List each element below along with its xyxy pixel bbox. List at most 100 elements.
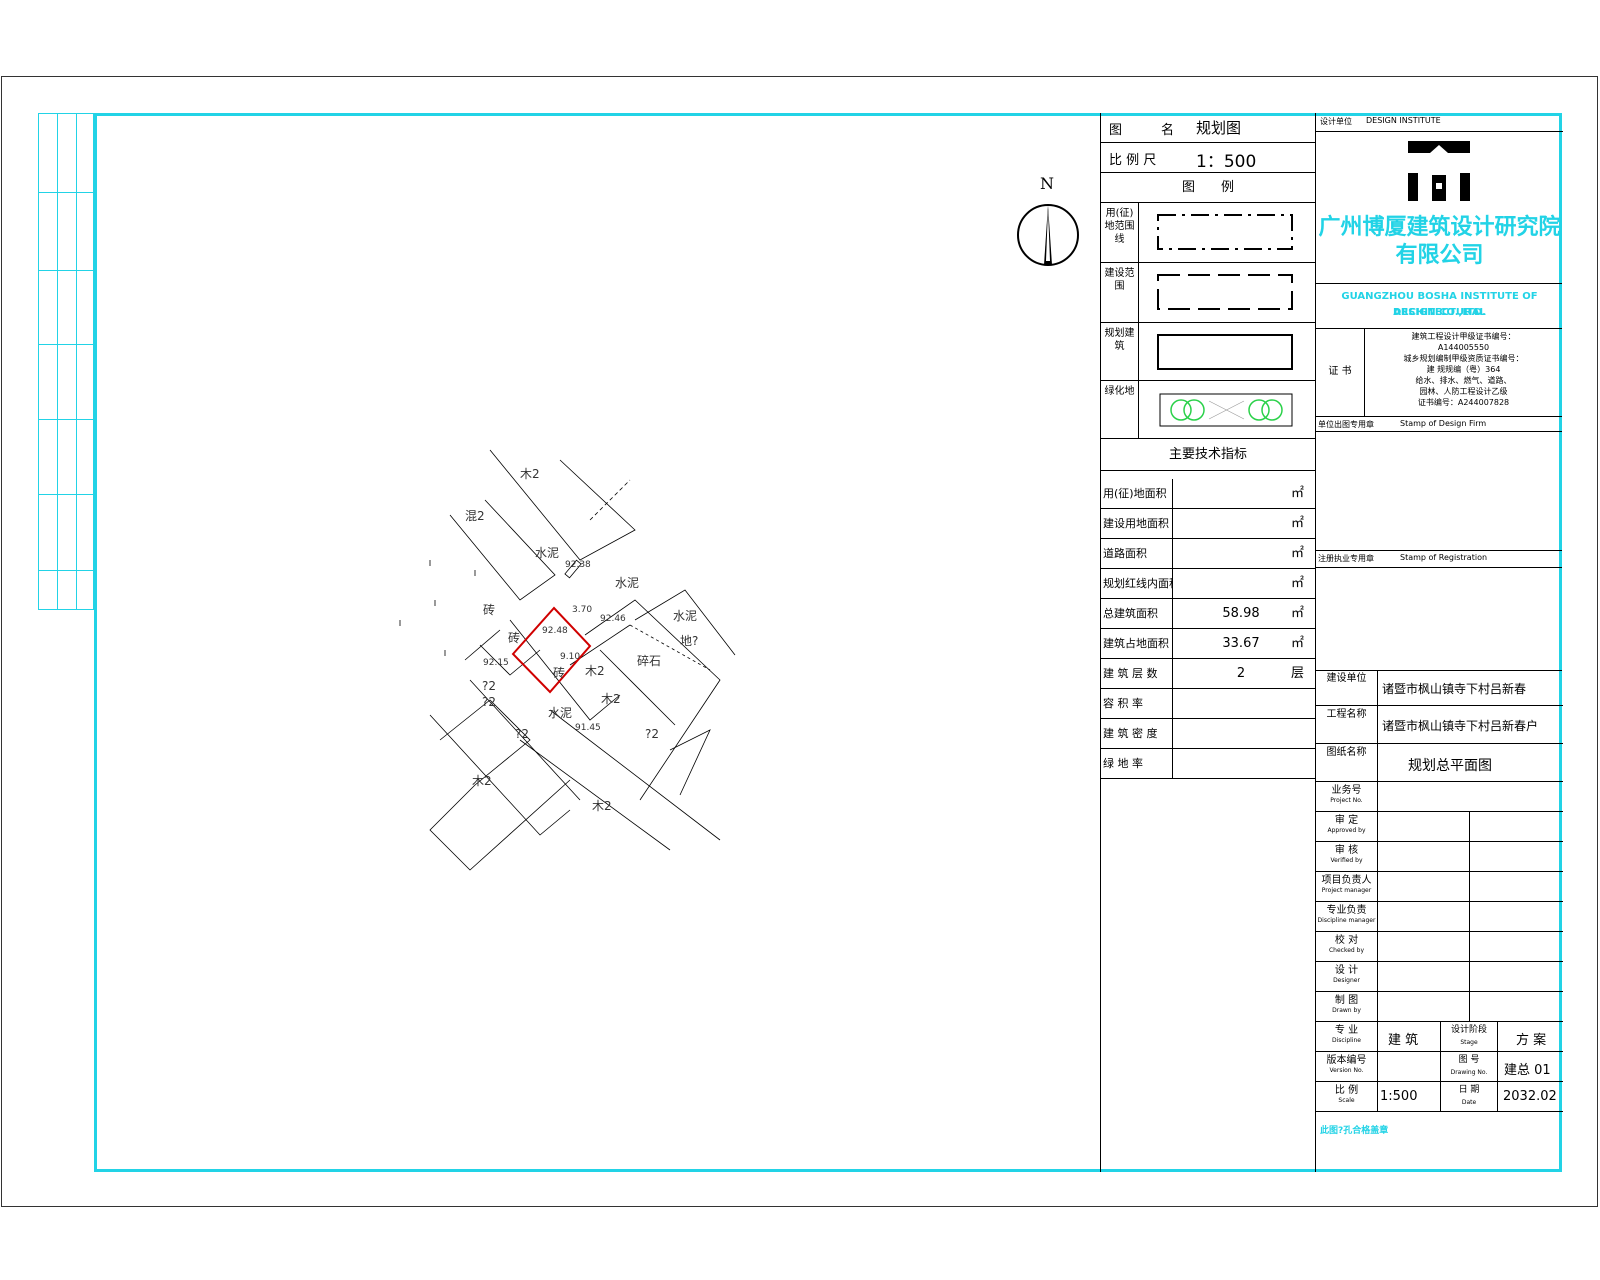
design-unit-label: 设计单位	[1320, 117, 1352, 126]
certificate-line: A144005550	[1437, 343, 1490, 352]
site-label: 92.48	[542, 626, 568, 636]
indicators-title-row: 主要技术指标	[1101, 439, 1315, 471]
signature-row: 审 定 Approved by	[1316, 812, 1563, 842]
drawing-name-value: 规划图	[1196, 119, 1242, 137]
signature-label: 校 对 Checked by	[1316, 932, 1378, 962]
signature-label: 业务号 Project No.	[1316, 782, 1378, 812]
drawing-no-value: 建总 01	[1504, 1063, 1551, 1078]
site-label: 木2	[585, 664, 605, 678]
indicator-row: 容 积 率	[1101, 689, 1316, 719]
drawing-name-row: 图 名 规划图	[1101, 113, 1315, 143]
legend-item-boundary: 用(征)地范围线	[1101, 203, 1315, 263]
indicator-unit: ㎡	[1290, 546, 1304, 561]
indicator-value: 58.98	[1222, 606, 1260, 621]
site-label: 92.38	[565, 560, 591, 570]
drawing-no-label: 图 号 Drawing No.	[1440, 1052, 1498, 1082]
site-label: 地?	[680, 634, 698, 648]
legend-title: 图 例	[1181, 180, 1234, 195]
legend-label-planned-building: 规划建筑	[1101, 323, 1139, 380]
design-stamp-value: Stamp of Design Firm	[1400, 419, 1487, 428]
legend-title-row: 图 例	[1101, 173, 1315, 203]
signature-row: 校 对 Checked by	[1316, 932, 1563, 962]
approval-note: 此图?孔合格盖章	[1320, 1126, 1389, 1136]
stage-value: 方 案	[1516, 1033, 1547, 1048]
legend-label-construction-range: 建设范围	[1101, 263, 1139, 322]
site-label: 碎石	[637, 653, 661, 668]
north-arrow: N	[1010, 174, 1086, 275]
indicator-label: 绿 地 率	[1101, 749, 1173, 779]
drawing-title-value: 规划总平面图	[1408, 758, 1492, 774]
tb-scale-value: 1:500	[1380, 1089, 1418, 1104]
client-value: 诸暨市枫山镇寺下村吕新春	[1382, 682, 1527, 696]
indicator-value: 33.67	[1222, 636, 1260, 651]
indicator-label: 用(征)地面积	[1101, 479, 1173, 509]
indicator-label: 建筑占地面积	[1101, 629, 1173, 659]
site-label: 木2	[592, 799, 612, 813]
indicator-unit: ㎡	[1290, 636, 1304, 651]
indicator-unit: ㎡	[1290, 516, 1304, 531]
client-label: 建设单位	[1316, 670, 1378, 706]
project-value: 诸暨市枫山镇寺下村吕新春户	[1382, 719, 1539, 733]
project-row: 工程名称 诸暨市枫山镇寺下村吕新春户	[1316, 706, 1563, 744]
site-label: 砖	[483, 602, 495, 617]
site-label: 水泥	[673, 609, 697, 623]
site-plan-drawing: 木2 混2 水泥 92.38 水泥砖砖 92.46 92.48 3.70 9.10 砖 92.15 木…	[390, 440, 750, 880]
site-label: 砖	[553, 665, 565, 680]
site-label: 92.46	[600, 614, 626, 624]
indicators-title: 主要技术指标	[1168, 447, 1247, 462]
indicator-label: 建设用地面积	[1101, 509, 1173, 539]
certificate-lines: 建筑工程设计甲级证书编号： A144005550 城乡规划编制甲级资质证书编号： 建 …	[1366, 331, 1561, 408]
site-label: 木2	[472, 774, 492, 788]
tb-scale-label: 比 例 Scale	[1316, 1082, 1378, 1112]
drawing-title-label: 图纸名称	[1316, 744, 1378, 782]
side-signature-strip	[38, 113, 94, 610]
site-label: 水泥	[548, 706, 572, 720]
indicator-row: 道路面积 ㎡	[1101, 539, 1316, 569]
indicator-row: 总建筑面积 58.98 ㎡	[1101, 599, 1316, 629]
signature-label: 专业负责 Discipline manager	[1316, 902, 1378, 932]
legend-label-green-space: 绿化地	[1101, 381, 1139, 438]
site-label: ?2	[482, 695, 496, 709]
signature-row: 业务号 Project No.	[1316, 782, 1563, 812]
indicator-label: 建 筑 密 度	[1101, 719, 1173, 749]
company-name-en-2: DESIGN CO.,LTD.	[1393, 307, 1486, 318]
certificate-line: 建筑工程设计甲级证书编号：	[1411, 332, 1516, 341]
registration-stamp-value: Stamp of Registration	[1400, 553, 1488, 562]
signature-label: 审 定 Approved by	[1316, 812, 1378, 842]
site-label: 水泥	[615, 576, 639, 590]
indicator-value: 2	[1236, 666, 1246, 681]
signature-label: 审 核 Verified by	[1316, 842, 1378, 872]
design-unit-value: DESIGN INSTITUTE	[1366, 116, 1441, 125]
green-space-swatch	[1159, 393, 1293, 427]
site-label: 3.70	[572, 605, 592, 615]
company-name-cn-1: 广州博厦建筑设计研究院	[1318, 215, 1561, 240]
signature-label: 设 计 Designer	[1316, 962, 1378, 992]
indicator-unit: ㎡	[1290, 606, 1304, 621]
stage-label: 设计阶段 Stage	[1440, 1022, 1498, 1052]
discipline-label: 专 业 Discipline	[1316, 1022, 1378, 1052]
version-row: 版本编号 Version No. 图 号 Drawing No. 建总 01	[1316, 1052, 1563, 1082]
planned-building-outline	[511, 606, 592, 694]
signature-row: 审 核 Verified by	[1316, 842, 1563, 872]
indicator-row: 绿 地 率	[1101, 749, 1316, 779]
indicator-row: 建 筑 密 度	[1101, 719, 1316, 749]
indicators-table: 用(征)地面积㎡建设用地面积㎡道路面积㎡规划红线内面积㎡总建筑面积 58.98 ㎡建…	[1101, 479, 1316, 779]
indicator-unit: 层	[1290, 666, 1304, 681]
scale-row: 比 例 尺 1：500	[1101, 143, 1315, 173]
indicator-row: 建筑占地面积 33.67 ㎡	[1101, 629, 1316, 659]
certificate-line: 园林、人防工程设计乙级	[1419, 387, 1508, 396]
certificate-line: 证书编号：A244007828	[1417, 398, 1510, 407]
indicator-label: 规划红线内面积	[1101, 569, 1173, 599]
project-label: 工程名称	[1316, 706, 1378, 744]
indicator-row: 用(征)地面积 ㎡	[1101, 479, 1316, 509]
date-value: 2032.02	[1503, 1089, 1557, 1104]
site-label: ?2	[645, 727, 659, 741]
site-label: 木2	[520, 467, 540, 481]
indicator-row: 建设用地面积 ㎡	[1101, 509, 1316, 539]
site-label: 91.45	[575, 723, 601, 733]
signature-label: 项目负责人 Project manager	[1316, 872, 1378, 902]
site-label: 92.15	[483, 658, 509, 668]
site-label: 水泥	[535, 546, 559, 560]
indicator-label: 总建筑面积	[1101, 599, 1173, 629]
signature-row: 设 计 Designer	[1316, 962, 1563, 992]
